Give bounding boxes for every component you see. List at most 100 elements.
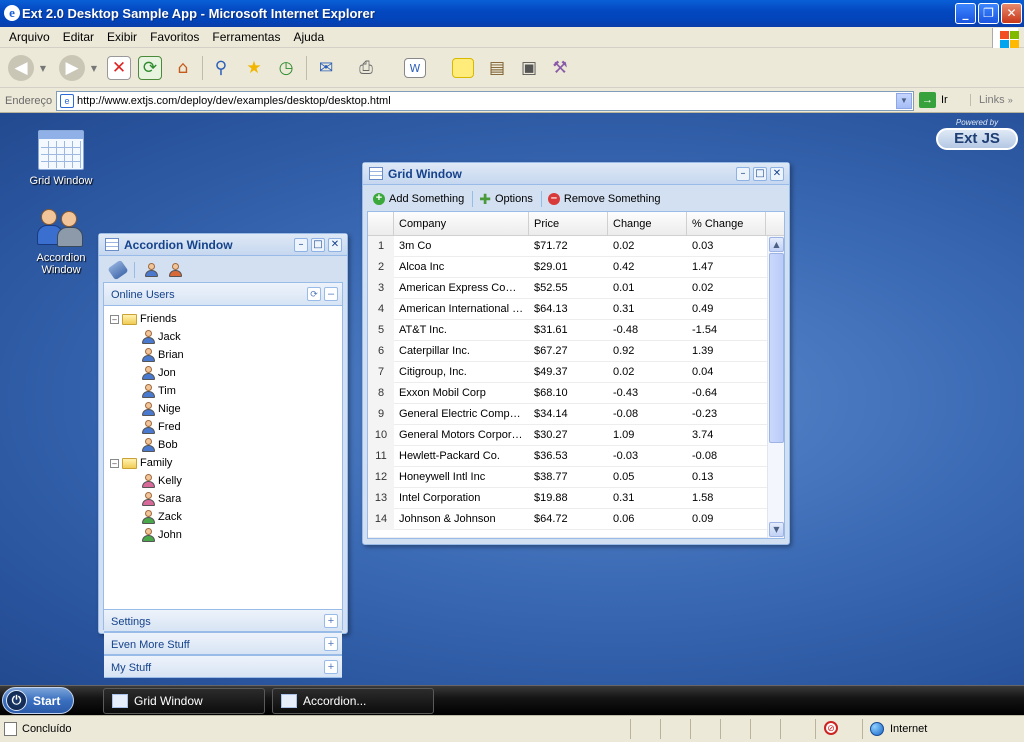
desktop-icon-grid-window[interactable]: Grid Window — [26, 130, 96, 187]
taskbar-item-accordion[interactable]: Accordion... — [272, 688, 434, 714]
grid-scrollbar[interactable]: ▲ ▼ — [767, 236, 784, 538]
close-tool-icon[interactable]: ✕ — [770, 167, 784, 181]
menu-editar[interactable]: Editar — [63, 30, 94, 44]
table-row[interactable]: 6 Caterpillar Inc. $67.27 0.92 1.39 — [368, 340, 768, 362]
maximize-tool-icon[interactable]: □ — [753, 167, 767, 181]
security-zone[interactable]: Internet — [870, 722, 927, 736]
tree-user-item[interactable]: John — [141, 527, 182, 543]
grid-window[interactable]: Grid Window – □ ✕ + Add Something ✚ Opti… — [362, 162, 790, 545]
address-value[interactable]: http://www.extjs.com/deploy/dev/examples… — [77, 95, 391, 107]
tree-folder-friends[interactable]: – Friends — [110, 311, 177, 327]
close-button[interactable]: ✕ — [1001, 3, 1022, 24]
minimize-tool-icon[interactable]: – — [736, 167, 750, 181]
messenger-icon[interactable]: ▣ — [515, 54, 543, 82]
table-row[interactable]: 5 AT&T Inc. $31.61 -0.48 -1.54 — [368, 319, 768, 341]
settings-panel-header[interactable]: Settings + — [104, 609, 342, 632]
minimize-button[interactable]: _ — [955, 3, 976, 24]
links-button[interactable]: Links» — [970, 94, 1013, 106]
table-row[interactable]: 4 American International G... $64.13 0.31 0.… — [368, 298, 768, 320]
tree-user-item[interactable]: Sara — [141, 491, 181, 507]
column-header-change[interactable]: Change — [608, 212, 687, 235]
connect-icon[interactable] — [107, 259, 129, 281]
browser-title-bar[interactable]: e Ext 2.0 Desktop Sample App - Microsoft… — [0, 0, 1024, 27]
scroll-up-icon[interactable]: ▲ — [769, 237, 784, 252]
back-icon[interactable]: ◀ — [8, 55, 34, 81]
tools-icon[interactable]: ⚒ — [546, 54, 574, 82]
restore-button[interactable]: ❐ — [978, 3, 999, 24]
print-icon[interactable]: ⎙ — [352, 54, 380, 82]
my-stuff-panel-header[interactable]: My Stuff + — [104, 655, 342, 678]
address-dropdown-icon[interactable]: ▼ — [896, 93, 912, 109]
collapse-toggle-icon[interactable]: – — [110, 314, 119, 324]
column-header-company[interactable]: Company — [394, 212, 529, 235]
home-icon[interactable]: ⌂ — [169, 54, 197, 82]
scroll-down-icon[interactable]: ▼ — [769, 522, 784, 537]
options-button[interactable]: ✚ Options — [479, 191, 533, 208]
collapse-toggle-icon[interactable]: – — [110, 458, 119, 468]
tree-user-item[interactable]: Kelly — [141, 473, 182, 489]
table-row[interactable]: 3 American Express Comp... $52.55 0.01 0.02 — [368, 277, 768, 299]
research-icon[interactable]: ▤ — [483, 54, 511, 82]
menu-exibir[interactable]: Exibir — [107, 30, 137, 44]
table-row[interactable]: 13 Intel Corporation $19.88 0.31 1.58 — [368, 487, 768, 509]
refresh-icon[interactable]: ⟳ — [138, 56, 162, 80]
minimize-tool-icon[interactable]: – — [294, 238, 308, 252]
edit-icon[interactable]: W — [404, 58, 426, 78]
online-users-panel-header[interactable]: Online Users ⟳ – — [104, 283, 342, 306]
add-something-button[interactable]: + Add Something — [373, 193, 464, 205]
scroll-thumb[interactable] — [769, 253, 784, 443]
accordion-window[interactable]: Accordion Window – □ ✕ Online Users ⟳ – … — [98, 233, 348, 678]
expand-icon[interactable]: + — [324, 660, 338, 674]
table-row[interactable]: 7 Citigroup, Inc. $49.37 0.02 0.04 — [368, 361, 768, 383]
tree-user-item[interactable]: Zack — [141, 509, 182, 525]
tree-user-item[interactable]: Bob — [141, 437, 178, 453]
table-row[interactable]: 1 3m Co $71.72 0.02 0.03 — [368, 235, 768, 257]
table-row[interactable]: 11 Hewlett-Packard Co. $36.53 -0.03 -0.08 — [368, 445, 768, 467]
column-header-price[interactable]: Price — [529, 212, 608, 235]
forward-icon[interactable]: ▶ — [59, 55, 85, 81]
go-button[interactable]: → Ir — [919, 92, 948, 108]
tree-user-item[interactable]: Nige — [141, 401, 181, 417]
remove-something-button[interactable]: – Remove Something — [547, 193, 660, 205]
tree-user-item[interactable]: Brian — [141, 347, 184, 363]
taskbar-item-grid-window[interactable]: Grid Window — [103, 688, 265, 714]
menu-favoritos[interactable]: Favoritos — [150, 30, 199, 44]
table-row[interactable]: 2 Alcoa Inc $29.01 0.42 1.47 — [368, 256, 768, 278]
menu-ajuda[interactable]: Ajuda — [293, 30, 324, 44]
mail-icon[interactable]: ✉ — [312, 54, 340, 82]
address-input[interactable]: e http://www.extjs.com/deploy/dev/exampl… — [56, 91, 914, 111]
menu-arquivo[interactable]: Arquivo — [9, 30, 50, 44]
tree-folder-family[interactable]: – Family — [110, 455, 172, 471]
menu-ferramentas[interactable]: Ferramentas — [212, 30, 280, 44]
start-button[interactable]: ⏻ Start — [2, 687, 74, 714]
even-more-stuff-panel-header[interactable]: Even More Stuff + — [104, 632, 342, 655]
table-row[interactable]: 8 Exxon Mobil Corp $68.10 -0.43 -0.64 — [368, 382, 768, 404]
note-icon[interactable] — [452, 58, 474, 78]
tree-user-item[interactable]: Fred — [141, 419, 181, 435]
add-user-icon[interactable] — [144, 263, 158, 277]
desktop-icon-accordion-window[interactable]: Accordion Window — [26, 207, 96, 276]
history-icon[interactable]: ◷ — [272, 54, 300, 82]
close-tool-icon[interactable]: ✕ — [328, 238, 342, 252]
accordion-window-header[interactable]: Accordion Window – □ ✕ — [99, 234, 347, 256]
grid-window-header[interactable]: Grid Window – □ ✕ — [363, 163, 789, 185]
tree-user-item[interactable]: Jack — [141, 329, 181, 345]
search-icon[interactable]: ⚲ — [207, 54, 235, 82]
table-row[interactable]: 10 General Motors Corporat... $30.27 1.09 3.… — [368, 424, 768, 446]
maximize-tool-icon[interactable]: □ — [311, 238, 325, 252]
back-dropdown-icon[interactable]: ▼ — [38, 54, 48, 82]
add-user-icon[interactable] — [168, 263, 182, 277]
popup-blocked-icon[interactable]: ⊘ — [824, 721, 838, 735]
favorites-star-icon[interactable]: ★ — [240, 54, 268, 82]
tree-user-item[interactable]: Tim — [141, 383, 176, 399]
expand-icon[interactable]: + — [324, 637, 338, 651]
stop-icon[interactable]: ✕ — [107, 56, 131, 80]
forward-dropdown-icon[interactable]: ▼ — [89, 54, 99, 82]
refresh-tool-icon[interactable]: ⟳ — [307, 287, 321, 301]
expand-icon[interactable]: + — [324, 614, 338, 628]
collapse-icon[interactable]: – — [324, 287, 338, 301]
table-row[interactable]: 12 Honeywell Intl Inc $38.77 0.05 0.13 — [368, 466, 768, 488]
table-row[interactable]: 14 Johnson & Johnson $64.72 0.06 0.09 — [368, 508, 768, 530]
table-row[interactable]: 9 General Electric Company $34.14 -0.08 -0.2… — [368, 403, 768, 425]
tree-user-item[interactable]: Jon — [141, 365, 176, 381]
